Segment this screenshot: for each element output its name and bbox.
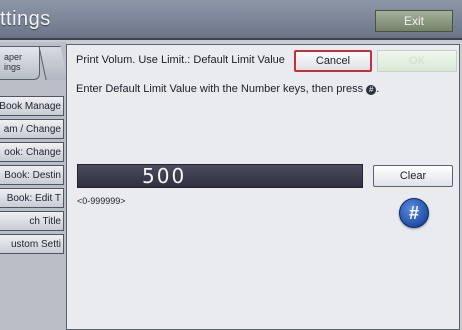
tab-next[interactable] — [38, 46, 68, 80]
sidebar-item[interactable]: Book Manage — [0, 96, 64, 116]
sidebar-item[interactable]: am / Change — [0, 119, 64, 139]
sidebar-item[interactable]: ustom Setti — [0, 234, 64, 254]
instruction-text: Enter Default Limit Value with the Numbe… — [76, 83, 379, 95]
clear-button[interactable]: Clear — [373, 165, 453, 187]
hash-key-button[interactable]: # — [399, 198, 429, 228]
tab-label: aper ings — [4, 52, 23, 72]
instruction-period: . — [376, 83, 380, 95]
title-bar: ttings Exit — [0, 0, 462, 40]
tab-paper-settings[interactable]: aper ings — [0, 46, 40, 80]
value-display: 500 — [77, 164, 363, 188]
limit-value-dialog: Print Volum. Use Limit.: Default Limit V… — [66, 44, 460, 330]
cancel-button[interactable]: Cancel — [294, 50, 372, 72]
ok-button[interactable]: OK — [377, 50, 457, 72]
sidebar-item[interactable]: ch Title — [0, 211, 64, 231]
value-range: <0-999999> — [77, 196, 126, 206]
sidebar-item[interactable]: ook: Change — [0, 142, 64, 162]
sidebar: aper ings Book Manage am / Change ook: C… — [0, 42, 68, 330]
sidebar-item[interactable]: Book: Destin — [0, 165, 64, 185]
sidebar-item[interactable]: Book: Edit T — [0, 188, 64, 208]
exit-button[interactable]: Exit — [375, 10, 453, 32]
dialog-title: Print Volum. Use Limit.: Default Limit V… — [76, 54, 285, 66]
hash-key-icon: # — [366, 85, 377, 95]
screen-title: ttings — [0, 8, 51, 30]
instruction-label: Enter Default Limit Value with the Numbe… — [76, 83, 364, 95]
